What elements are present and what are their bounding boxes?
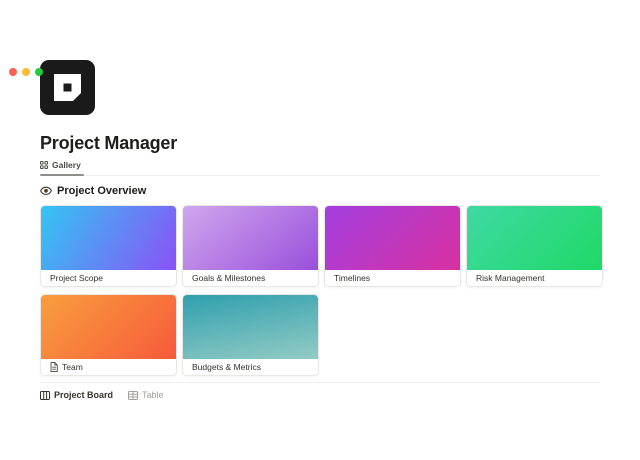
card-label: Budgets & Metrics: [183, 359, 318, 375]
view-project-board[interactable]: Project Board: [40, 390, 113, 400]
zoom-button[interactable]: [35, 68, 43, 76]
card-title: Risk Management: [476, 273, 545, 283]
logo-glyph-icon: [54, 74, 81, 101]
footer-view-switcher: Project Board Table: [40, 390, 600, 400]
section-divider: [40, 382, 600, 383]
document-icon: [50, 362, 58, 372]
card-label: Risk Management: [467, 270, 602, 286]
card-label: Project Scope: [41, 270, 176, 286]
card-title: Team: [62, 362, 83, 372]
page-content: Project Manager Gallery Project Overview: [0, 60, 640, 400]
app-logo: [40, 60, 95, 115]
board-icon: [40, 391, 50, 400]
eye-icon: [40, 186, 52, 196]
card-cover: [41, 206, 176, 270]
card-cover: [325, 206, 460, 270]
table-icon: [128, 391, 138, 400]
tab-label: Gallery: [52, 160, 81, 170]
section-title: Project Overview: [57, 185, 146, 197]
card-cover: [183, 295, 318, 359]
gallery-grid: Project Scope Goals & Milestones Timelin…: [40, 205, 604, 376]
page-title: Project Manager: [40, 134, 600, 153]
card-title: Timelines: [334, 273, 370, 283]
view-table[interactable]: Table: [128, 390, 164, 400]
card-risk-management[interactable]: Risk Management: [466, 205, 603, 287]
gallery-grid-icon: [40, 161, 48, 169]
card-cover: [41, 295, 176, 359]
window-controls: [9, 68, 43, 76]
card-title: Budgets & Metrics: [192, 362, 261, 372]
card-timelines[interactable]: Timelines: [324, 205, 461, 287]
card-title: Project Scope: [50, 273, 103, 283]
view-tabbar: Gallery: [40, 157, 600, 176]
card-budgets-metrics[interactable]: Budgets & Metrics: [182, 294, 319, 376]
minimize-button[interactable]: [22, 68, 30, 76]
card-project-scope[interactable]: Project Scope: [40, 205, 177, 287]
section-header: Project Overview: [40, 185, 600, 197]
card-title: Goals & Milestones: [192, 273, 265, 283]
tab-gallery[interactable]: Gallery: [40, 157, 84, 175]
card-label: Team: [41, 359, 176, 375]
view-label: Table: [142, 390, 164, 400]
card-cover: [467, 206, 602, 270]
card-label: Goals & Milestones: [183, 270, 318, 286]
card-cover: [183, 206, 318, 270]
card-team[interactable]: Team: [40, 294, 177, 376]
close-button[interactable]: [9, 68, 17, 76]
card-label: Timelines: [325, 270, 460, 286]
view-label: Project Board: [54, 390, 113, 400]
card-goals-milestones[interactable]: Goals & Milestones: [182, 205, 319, 287]
